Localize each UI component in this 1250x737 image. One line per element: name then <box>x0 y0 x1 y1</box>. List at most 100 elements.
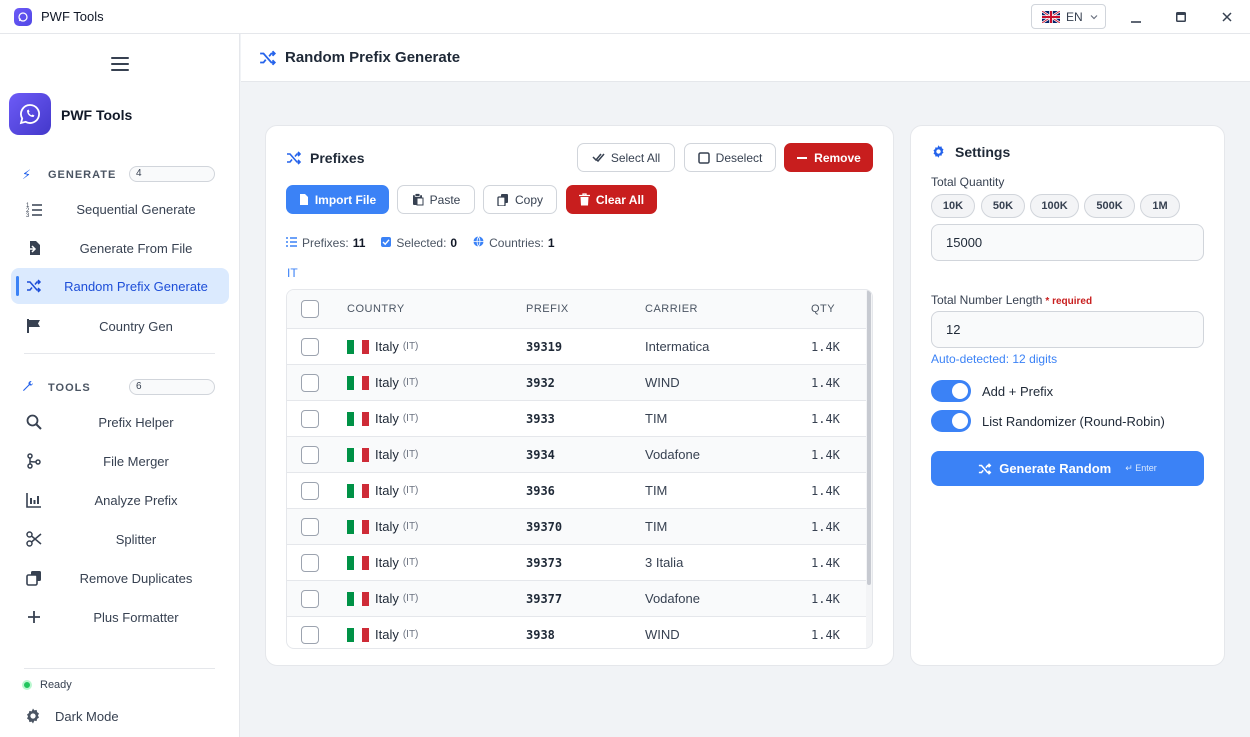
table-row[interactable]: Italy (IT) 3938 WIND 1.4K <box>287 617 867 648</box>
language-selector[interactable]: EN <box>1031 4 1106 29</box>
clear-all-button[interactable]: Clear All <box>566 185 657 214</box>
globe-icon <box>473 236 484 250</box>
qty-cell: 1.4K <box>811 375 840 390</box>
country-filter-tag[interactable]: IT <box>287 266 298 280</box>
italy-flag-icon <box>347 411 369 426</box>
add-prefix-toggle[interactable] <box>931 380 971 402</box>
country-code: (IT) <box>402 413 419 424</box>
table-header: COUNTRY PREFIX CARRIER QTY <box>287 290 867 329</box>
table-row[interactable]: Italy (IT) 3936 TIM 1.4K <box>287 473 867 509</box>
table-row[interactable]: Italy (IT) 3932 WIND 1.4K <box>287 365 867 401</box>
gear-icon <box>931 144 947 160</box>
row-checkbox[interactable] <box>301 338 319 356</box>
copy-button[interactable]: Copy <box>483 185 557 214</box>
table-scrollbar[interactable] <box>866 290 872 648</box>
sidebar-item-label: Sequential Generate <box>76 201 196 217</box>
row-checkbox[interactable] <box>301 518 319 536</box>
table-row[interactable]: Italy (IT) 39377 Vodafone 1.4K <box>287 581 867 617</box>
sidebar-item-label: Analyze Prefix <box>94 492 178 508</box>
carrier-cell: 3 Italia <box>645 555 684 570</box>
quantity-preset-1m[interactable]: 1M <box>1140 194 1180 218</box>
minimize-button[interactable] <box>1113 0 1159 34</box>
numbered-list-icon: 123 <box>25 200 43 218</box>
row-checkbox[interactable] <box>301 626 319 644</box>
dark-mode-label: Dark Mode <box>55 708 119 724</box>
country-code: (IT) <box>402 485 419 496</box>
table-row[interactable]: Italy (IT) 39373 3 Italia 1.4K <box>287 545 867 581</box>
menu-toggle-button[interactable] <box>111 57 129 73</box>
row-checkbox[interactable] <box>301 554 319 572</box>
carrier-cell: Intermatica <box>645 339 710 354</box>
svg-text:3: 3 <box>26 213 30 217</box>
table-row[interactable]: Italy (IT) 3934 Vodafone 1.4K <box>287 437 867 473</box>
paste-button[interactable]: Paste <box>397 185 475 214</box>
randomizer-toggle[interactable] <box>931 410 971 432</box>
row-checkbox[interactable] <box>301 590 319 608</box>
sidebar-item-file-merger[interactable]: File Merger <box>11 443 229 479</box>
prefix-cell: 3938 <box>526 627 555 642</box>
row-checkbox[interactable] <box>301 374 319 392</box>
scrollbar-thumb[interactable] <box>867 290 871 585</box>
quantity-preset-100k[interactable]: 100K <box>1030 194 1079 218</box>
table-row[interactable]: Italy (IT) 3933 TIM 1.4K <box>287 401 867 437</box>
deselect-button[interactable]: Deselect <box>684 143 776 172</box>
sidebar-item-splitter[interactable]: Splitter <box>11 521 229 557</box>
table-row[interactable]: Italy (IT) 39370 TIM 1.4K <box>287 509 867 545</box>
select-all-checkbox[interactable] <box>301 300 319 318</box>
country-code: (IT) <box>402 377 419 388</box>
sidebar-item-country-gen[interactable]: Country Gen <box>11 308 229 344</box>
total-quantity-input[interactable]: 15000 <box>931 224 1204 261</box>
country-cell: Italy (IT) <box>347 339 418 354</box>
dark-mode-toggle[interactable]: Dark Mode <box>24 707 119 725</box>
row-checkbox[interactable] <box>301 482 319 500</box>
carrier-cell: Vodafone <box>645 591 700 606</box>
column-header-country[interactable]: COUNTRY <box>347 303 405 315</box>
country-cell: Italy (IT) <box>347 375 418 390</box>
randomizer-label: List Randomizer (Round-Robin) <box>982 413 1165 429</box>
maximize-button[interactable] <box>1158 0 1204 34</box>
sidebar-item-prefix-helper[interactable]: Prefix Helper <box>11 404 229 440</box>
number-length-input[interactable]: 12 <box>931 311 1204 348</box>
italy-flag-icon <box>347 375 369 390</box>
column-header-carrier[interactable]: CARRIER <box>645 303 698 315</box>
qty-cell: 1.4K <box>811 339 840 354</box>
prefix-cell: 39370 <box>526 519 563 534</box>
import-file-button[interactable]: Import File <box>286 185 389 214</box>
brand-name: PWF Tools <box>61 107 133 123</box>
remove-button[interactable]: Remove <box>784 143 873 172</box>
randomizer-toggle-row[interactable]: List Randomizer (Round-Robin) <box>931 410 1165 432</box>
country-name: Italy <box>375 483 399 498</box>
select-all-button[interactable]: Select All <box>577 143 675 172</box>
duplicate-icon <box>25 569 43 587</box>
add-prefix-toggle-row[interactable]: Add + Prefix <box>931 380 1053 402</box>
close-button[interactable] <box>1204 0 1250 34</box>
quantity-preset-50k[interactable]: 50K <box>981 194 1025 218</box>
row-checkbox[interactable] <box>301 410 319 428</box>
sidebar-item-analyze-prefix[interactable]: Analyze Prefix <box>11 482 229 518</box>
country-code: (IT) <box>402 629 419 640</box>
uk-flag-icon <box>1042 10 1060 23</box>
language-label: EN <box>1066 9 1083 24</box>
quantity-preset-10k[interactable]: 10K <box>931 194 975 218</box>
sidebar-item-sequential-generate[interactable]: 123 Sequential Generate <box>11 191 229 227</box>
sidebar-item-remove-duplicates[interactable]: Remove Duplicates <box>11 560 229 596</box>
sidebar-divider <box>24 353 215 354</box>
qty-cell: 1.4K <box>811 519 840 534</box>
column-header-prefix[interactable]: PREFIX <box>526 303 569 315</box>
column-header-qty[interactable]: QTY <box>811 303 835 315</box>
quantity-preset-500k[interactable]: 500K <box>1084 194 1135 218</box>
sidebar-item-random-prefix-generate[interactable]: Random Prefix Generate <box>11 268 229 304</box>
generate-random-button[interactable]: Generate Random ↵ Enter <box>931 451 1204 486</box>
sidebar-item-plus-formatter[interactable]: Plus Formatter <box>11 599 229 635</box>
country-code: (IT) <box>402 521 419 532</box>
sidebar-item-label: Splitter <box>115 531 157 547</box>
remove-label: Remove <box>814 150 861 165</box>
table-row[interactable]: Italy (IT) 39319 Intermatica 1.4K <box>287 329 867 365</box>
generate-section-label: GENERATE <box>48 169 117 181</box>
check-double-icon <box>592 152 605 163</box>
prefix-cell: 3933 <box>526 411 555 426</box>
merge-branch-icon <box>25 452 43 470</box>
row-checkbox[interactable] <box>301 446 319 464</box>
window-title: PWF Tools <box>41 9 104 24</box>
sidebar-item-generate-from-file[interactable]: Generate From File <box>11 230 229 266</box>
